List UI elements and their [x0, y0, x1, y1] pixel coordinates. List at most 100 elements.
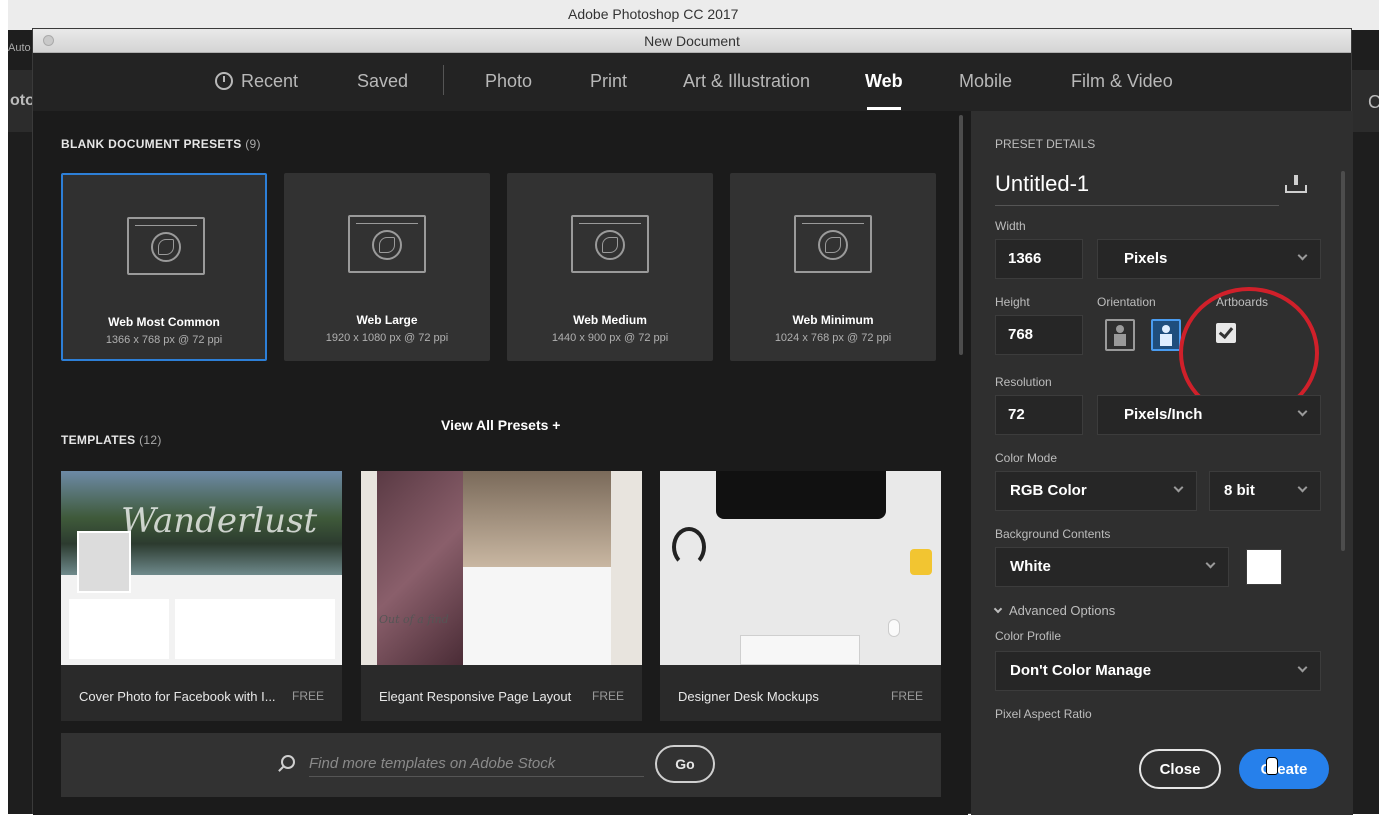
presets-scrollbar[interactable]	[959, 115, 963, 355]
orientation-label: Orientation	[1097, 295, 1156, 309]
template-name: Designer Desk Mockups	[678, 689, 819, 704]
template-name: Cover Photo for Facebook with I...	[79, 689, 276, 704]
resolution-input[interactable]: 72	[995, 395, 1083, 435]
app-title-bar: Adobe Photoshop CC 2017	[8, 0, 1379, 30]
new-document-dialog: New Document Recent Saved Photo Print Ar…	[32, 28, 1353, 815]
chevron-down-icon	[1173, 482, 1184, 493]
blank-presets-heading: BLANK DOCUMENT PRESETS (9)	[61, 137, 261, 151]
color-mode-select[interactable]: RGB Color	[995, 471, 1197, 511]
height-label: Height	[995, 295, 1030, 309]
web-document-icon	[794, 215, 872, 273]
templates-title: TEMPLATES	[61, 433, 136, 447]
tab-saved[interactable]: Saved	[357, 71, 408, 92]
template-card[interactable]: Out of a find Elegant Responsive Page La…	[361, 471, 642, 721]
tab-mobile[interactable]: Mobile	[959, 71, 1012, 92]
color-mode-label: Color Mode	[995, 451, 1058, 465]
download-tray	[1285, 185, 1307, 193]
dialog-title: New Document	[644, 33, 740, 49]
tab-recent-label: Recent	[241, 71, 299, 91]
download-arrow	[1294, 175, 1298, 185]
bit-depth-select[interactable]: 8 bit	[1209, 471, 1321, 511]
template-thumbnail: Out of a find	[361, 471, 642, 665]
globe-icon	[372, 230, 402, 260]
width-unit-select[interactable]: Pixels	[1097, 239, 1321, 279]
tab-film-video[interactable]: Film & Video	[1071, 71, 1173, 92]
globe-icon	[151, 232, 181, 262]
resolution-unit-select[interactable]: Pixels/Inch	[1097, 395, 1321, 435]
templates-heading: TEMPLATES (12)	[61, 433, 162, 447]
template-card[interactable]: Wanderlust Cover Photo for Facebook with…	[61, 471, 342, 721]
chevron-down-icon	[993, 604, 1003, 614]
app-edge-fragment: C	[1368, 92, 1379, 112]
portrait-orientation-button[interactable]	[1105, 319, 1135, 351]
go-button[interactable]: Go	[655, 745, 715, 783]
template-price: FREE	[890, 689, 923, 703]
adobe-stock-search-bar: Go	[61, 733, 941, 797]
preset-card[interactable]: Web Minimum 1024 x 768 px @ 72 ppi	[730, 173, 936, 361]
hand-cursor-icon	[1266, 757, 1278, 775]
preset-size: 1366 x 768 px @ 72 ppi	[105, 334, 223, 346]
landscape-icon-body	[1160, 334, 1172, 346]
templates-count: (12)	[139, 433, 162, 447]
search-icon	[281, 755, 295, 769]
chevron-down-icon	[1297, 662, 1308, 673]
options-bar-fragment: Auto	[8, 42, 31, 54]
tab-photo[interactable]: Photo	[485, 71, 532, 92]
preset-card[interactable]: Web Medium 1440 x 900 px @ 72 ppi	[507, 173, 713, 361]
tab-web[interactable]: Web	[865, 71, 903, 92]
document-name-field[interactable]: Untitled-1	[995, 171, 1089, 197]
template-thumbnail	[660, 471, 941, 665]
background-contents-select[interactable]: White	[995, 547, 1229, 587]
template-price: FREE	[291, 689, 324, 703]
chevron-down-icon	[1297, 482, 1308, 493]
height-input[interactable]: 768	[995, 315, 1083, 355]
chevron-down-icon	[1297, 406, 1308, 417]
background-color-swatch[interactable]	[1246, 549, 1282, 585]
tab-recent[interactable]: Recent	[215, 71, 298, 92]
tab-art-illustration[interactable]: Art & Illustration	[683, 71, 810, 92]
color-profile-select[interactable]: Don't Color Manage	[995, 651, 1321, 691]
background-contents-value: White	[1010, 558, 1051, 575]
details-scrollbar[interactable]	[1341, 171, 1345, 551]
template-name: Elegant Responsive Page Layout	[379, 689, 572, 704]
color-profile-label: Color Profile	[995, 629, 1062, 643]
advanced-options-toggle[interactable]: Advanced Options	[993, 603, 1116, 618]
chevron-down-icon	[1297, 250, 1308, 261]
blank-presets-count: (9)	[245, 137, 261, 151]
preset-details-panel: PRESET DETAILS Untitled-1 Width 1366 Pix…	[971, 111, 1353, 815]
web-document-icon	[127, 217, 205, 275]
category-tabs: Recent Saved Photo Print Art & Illustrat…	[33, 53, 1351, 111]
active-tab-indicator	[867, 107, 901, 110]
dialog-title-bar: New Document	[33, 29, 1351, 53]
preset-size: 1920 x 1080 px @ 72 ppi	[325, 332, 449, 344]
preset-card[interactable]: Web Large 1920 x 1080 px @ 72 ppi	[284, 173, 490, 361]
preset-size: 1024 x 768 px @ 72 ppi	[774, 332, 892, 344]
preset-name: Web Most Common	[108, 315, 220, 329]
width-input[interactable]: 1366	[995, 239, 1083, 279]
bit-depth-value: 8 bit	[1224, 482, 1255, 499]
web-document-icon	[348, 215, 426, 273]
advanced-options-label: Advanced Options	[1009, 603, 1116, 618]
tab-print[interactable]: Print	[590, 71, 627, 92]
portrait-icon	[1116, 325, 1124, 333]
landscape-icon	[1162, 325, 1170, 333]
preset-name: Web Large	[356, 313, 418, 327]
close-button[interactable]: Close	[1139, 749, 1221, 789]
profile-placeholder	[77, 531, 131, 593]
template-price: FREE	[591, 689, 624, 703]
preset-card[interactable]: Web Most Common 1366 x 768 px @ 72 ppi	[61, 173, 267, 361]
tab-separator	[443, 65, 444, 95]
presets-pane: BLANK DOCUMENT PRESETS (9) Web Most Comm…	[33, 111, 968, 815]
wanderlust-text: Wanderlust	[121, 501, 318, 541]
template-card[interactable]: Designer Desk Mockups FREE	[660, 471, 941, 721]
save-preset-icon[interactable]	[1285, 175, 1307, 193]
template-thumb-caption: Out of a find	[379, 613, 449, 626]
view-all-presets-link[interactable]: View All Presets +	[441, 417, 560, 433]
width-unit-value: Pixels	[1124, 250, 1168, 267]
background-contents-label: Background Contents	[995, 527, 1111, 541]
preset-size: 1440 x 900 px @ 72 ppi	[551, 332, 669, 344]
create-button[interactable]: Create	[1239, 749, 1329, 789]
stock-search-input[interactable]	[309, 751, 644, 777]
template-thumbnail: Wanderlust	[61, 471, 342, 665]
landscape-orientation-button[interactable]	[1151, 319, 1181, 351]
